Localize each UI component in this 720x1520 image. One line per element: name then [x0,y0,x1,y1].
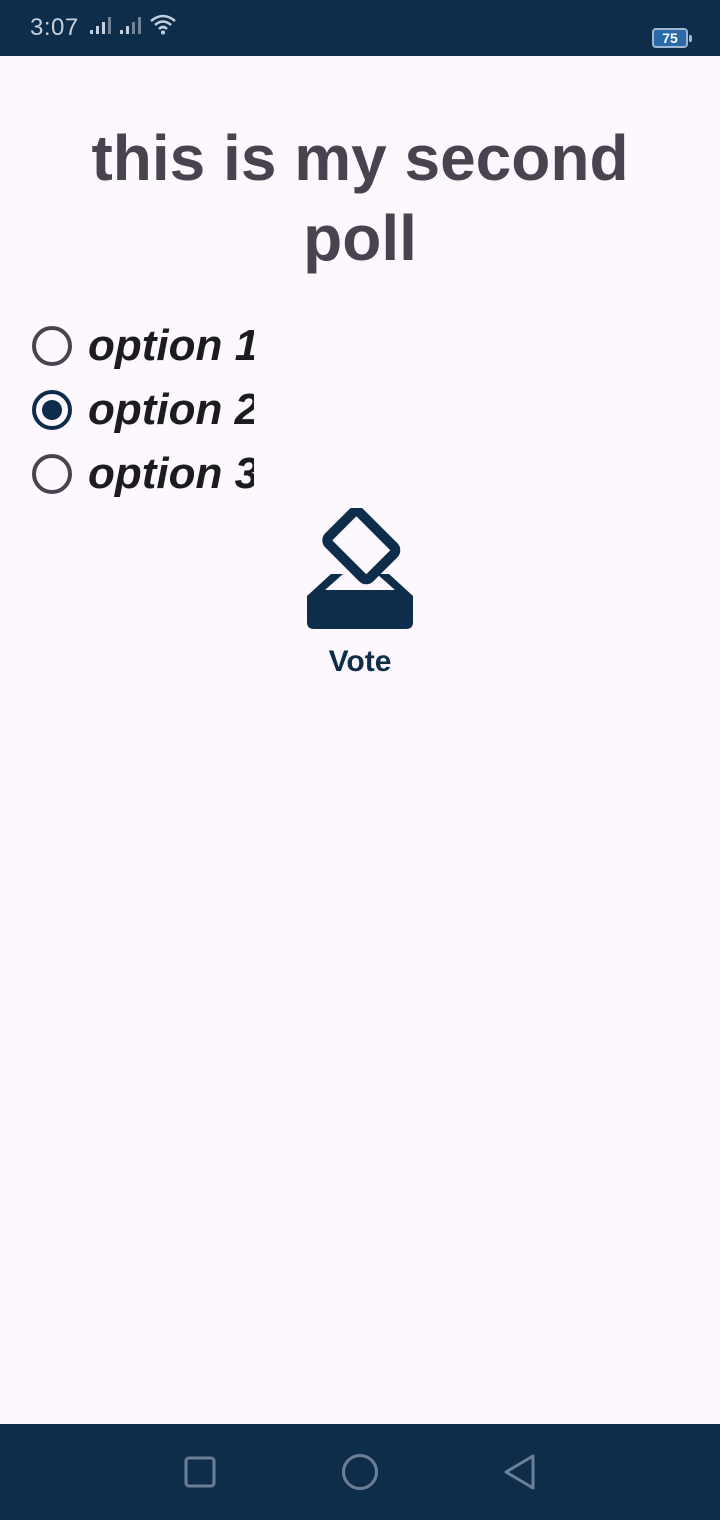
home-circle-icon[interactable] [330,1442,390,1502]
poll-option-1[interactable]: option 1 [32,314,254,378]
vote-label: Vote [328,645,392,678]
status-time: 3:07 [30,14,79,41]
signal-icon [89,15,113,40]
navigation-bar [0,1424,720,1520]
vote-button[interactable]: Vote [290,506,430,688]
radio-button-option-1[interactable] [32,326,72,366]
option-label: option 3 [88,449,254,498]
status-bar: 3:07 75 [0,0,720,56]
status-icons [89,13,177,40]
ballot-box-icon [305,506,415,637]
radio-button-option-2[interactable] [32,390,72,430]
wifi-icon [149,13,177,40]
battery-icon: 75 [652,28,692,48]
option-label: option 1 [88,321,254,370]
back-triangle-icon[interactable] [490,1442,550,1502]
recents-square-icon[interactable] [170,1442,230,1502]
radio-button-option-3[interactable] [32,454,72,494]
poll-options: option 1 option 2 option 3 [32,314,254,506]
poll-title: this is my second poll [91,122,629,274]
option-label: option 2 [88,385,254,434]
poll-option-2[interactable]: option 2 [32,378,254,442]
screen: 3:07 75 this is my second poll option 1 … [0,0,720,1520]
signal-icon [119,15,143,40]
poll-option-3[interactable]: option 3 [32,442,254,506]
